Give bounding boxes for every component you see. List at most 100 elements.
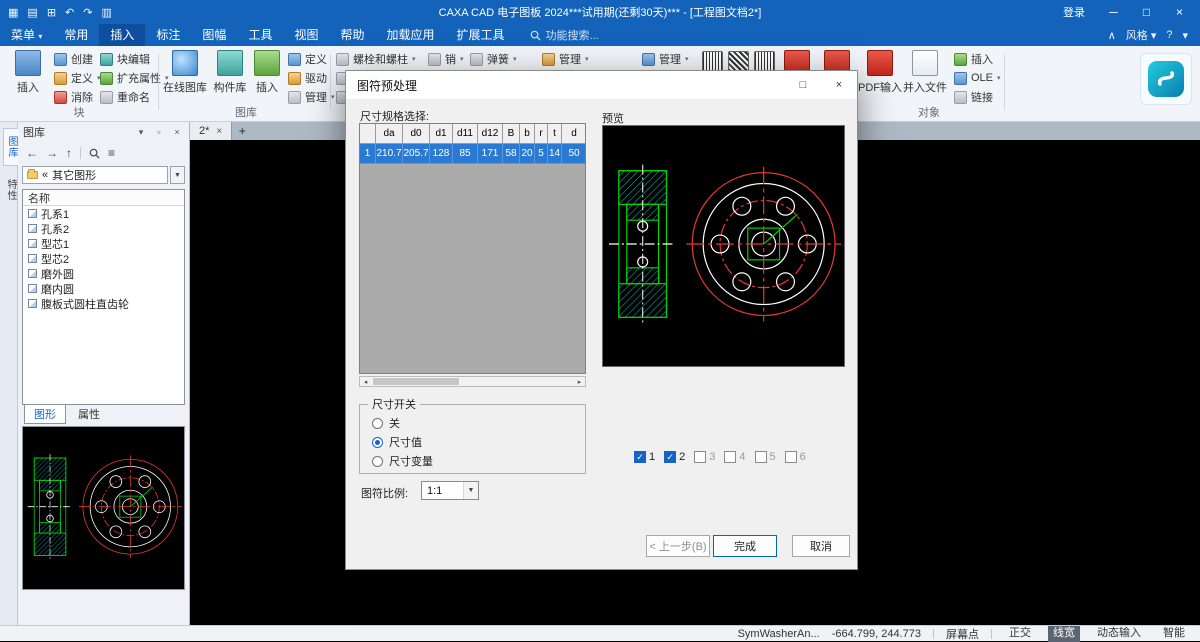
document-tab[interactable]: 2* × xyxy=(190,122,232,140)
tab-menu[interactable]: 菜单 ▾ xyxy=(0,24,53,46)
new-file-icon[interactable]: ▤ xyxy=(27,6,37,19)
checkbox-2[interactable]: ✓2 xyxy=(664,451,685,463)
collapse-ribbon-icon[interactable]: ∧ xyxy=(1108,29,1116,42)
list-item[interactable]: 磨外圆 xyxy=(23,266,184,281)
minimize-button[interactable]: ─ xyxy=(1099,0,1128,24)
close-tab-icon[interactable]: × xyxy=(216,126,222,137)
manage-button-2[interactable]: 管理▾ xyxy=(640,50,691,68)
list-item[interactable]: 腹板式圆柱直齿轮 xyxy=(23,296,184,311)
column-header[interactable]: d0 xyxy=(403,124,430,144)
dialog-close-icon[interactable]: × xyxy=(821,71,857,99)
tab-insert[interactable]: 插入 xyxy=(99,24,145,46)
maximize-button[interactable]: □ xyxy=(1132,0,1161,24)
checkbox-4[interactable]: 4 xyxy=(724,451,745,463)
column-header[interactable]: da xyxy=(376,124,403,144)
smart-snap-toggle[interactable]: 智能 xyxy=(1158,626,1190,642)
app-icon[interactable]: ▦ xyxy=(8,6,18,19)
manage-button-1[interactable]: 管理▾ xyxy=(540,50,591,68)
point-mode-indicator[interactable]: 屏幕点 xyxy=(946,626,979,642)
table-row-selected[interactable]: 1 210.7 205.7 128 85 171 58 20 5 14 50 xyxy=(360,144,585,164)
column-header[interactable]: B xyxy=(503,124,520,144)
undo-icon[interactable]: ↶ xyxy=(65,6,74,19)
scroll-left-icon[interactable]: ◂ xyxy=(360,378,371,386)
close-icon[interactable]: × xyxy=(170,127,184,137)
path-dropdown-button[interactable]: ▼ xyxy=(170,166,185,184)
pin-icon[interactable]: ▫ xyxy=(152,127,166,137)
login-button[interactable]: 登录 xyxy=(1053,4,1095,20)
create-block-button[interactable]: 创建 xyxy=(52,50,103,68)
column-header[interactable]: t xyxy=(548,124,562,144)
define-block-button[interactable]: 定义▾ xyxy=(52,69,103,87)
block-edit-button[interactable]: 块编辑 xyxy=(98,50,171,68)
scroll-right-icon[interactable]: ▸ xyxy=(574,378,585,386)
dialog-titlebar[interactable]: 图符预处理 □ × xyxy=(346,71,857,99)
drive-symbol-button[interactable]: 驱动 xyxy=(286,69,337,87)
tab-view[interactable]: 视图 xyxy=(283,24,329,46)
cancel-button[interactable]: 取消 xyxy=(792,535,850,557)
pins-button[interactable]: 销▾ xyxy=(426,50,466,68)
table-horizontal-scrollbar[interactable]: ◂ ▸ xyxy=(359,376,586,387)
radio-dim-off[interactable]: 关 xyxy=(360,412,585,431)
scrollbar-thumb[interactable] xyxy=(373,378,459,385)
search-icon[interactable] xyxy=(89,148,100,159)
define-symbol-button[interactable]: 定义 xyxy=(286,50,337,68)
component-library-button[interactable]: 构件库 xyxy=(210,50,250,95)
style-button[interactable]: 风格 ▾ xyxy=(1126,27,1157,43)
column-header[interactable]: d11 xyxy=(453,124,478,144)
back-icon[interactable]: ← xyxy=(26,146,38,160)
view-mode-icon[interactable]: ≡ xyxy=(108,146,115,160)
radio-dim-variable[interactable]: 尺寸变量 xyxy=(360,450,585,469)
online-library-button[interactable]: 在线图库 xyxy=(162,50,208,95)
column-header[interactable]: b xyxy=(520,124,535,144)
close-button[interactable]: × xyxy=(1165,0,1194,24)
list-item[interactable]: 型芯2 xyxy=(23,251,184,266)
column-header[interactable]: r xyxy=(535,124,548,144)
list-item[interactable]: 孔系2 xyxy=(23,221,184,236)
scrollbar-track[interactable] xyxy=(371,377,574,386)
matrix-code-icon[interactable] xyxy=(754,51,775,72)
checkbox-3[interactable]: 3 xyxy=(694,451,715,463)
radio-dim-value[interactable]: 尺寸值 xyxy=(360,431,585,450)
up-icon[interactable]: ↑ xyxy=(66,146,72,160)
tab-annotate[interactable]: 标注 xyxy=(145,24,191,46)
ortho-toggle[interactable]: 正交 xyxy=(1004,626,1036,642)
print-icon[interactable]: ▥ xyxy=(101,6,111,19)
qr-code-icon[interactable] xyxy=(728,51,749,72)
new-tab-button[interactable]: + xyxy=(232,122,252,140)
save-icon[interactable]: ⊞ xyxy=(47,6,56,19)
dynamic-input-toggle[interactable]: 动态输入 xyxy=(1092,626,1146,642)
chevron-down-icon[interactable]: ▾ xyxy=(1182,29,1188,42)
tab-load-apps[interactable]: 加载应用 xyxy=(375,24,445,46)
tab-common[interactable]: 常用 xyxy=(53,24,99,46)
checkbox-5[interactable]: 5 xyxy=(755,451,776,463)
dimension-spec-table[interactable]: da d0 d1 d11 d12 B b r t d 1 210.7 205.7… xyxy=(359,123,586,374)
merge-file-button[interactable]: 并入文件 xyxy=(904,50,946,95)
insert-symbol-button[interactable]: 插入 xyxy=(252,50,282,95)
checkbox-1[interactable]: ✓1 xyxy=(634,451,655,463)
list-item[interactable]: 孔系1 xyxy=(23,206,184,221)
forward-icon[interactable]: → xyxy=(46,146,58,160)
linewidth-toggle[interactable]: 线宽 xyxy=(1048,626,1080,642)
panel-menu-icon[interactable]: ▾ xyxy=(134,127,148,138)
insert-object-button[interactable]: 插入 xyxy=(952,50,1003,68)
function-search-input[interactable]: 功能搜索... xyxy=(530,27,599,43)
insert-block-button[interactable]: 插入 xyxy=(8,50,48,95)
dialog-restore-icon[interactable]: □ xyxy=(785,71,821,99)
bolts-button[interactable]: 螺栓和螺柱▾ xyxy=(334,50,418,68)
sidebar-item-library[interactable]: 图库 xyxy=(3,128,19,166)
library-path-field[interactable]: « 其它图形 xyxy=(22,166,168,184)
column-header[interactable]: d1 xyxy=(430,124,453,144)
list-item[interactable]: 磨内圆 xyxy=(23,281,184,296)
column-header[interactable]: d12 xyxy=(478,124,503,144)
springs-button[interactable]: 弹簧▾ xyxy=(468,50,519,68)
extend-attribute-button[interactable]: 扩充属性▾ xyxy=(98,69,171,87)
ole-object-button[interactable]: OLE▾ xyxy=(952,69,1003,87)
help-icon[interactable]: ? xyxy=(1166,29,1172,41)
tab-tools[interactable]: 工具 xyxy=(237,24,283,46)
name-column-header[interactable]: 名称 xyxy=(23,190,184,206)
list-item[interactable]: 型芯1 xyxy=(23,236,184,251)
tab-property[interactable]: 属性 xyxy=(68,404,110,424)
pdf-input-button[interactable]: PDF输入 xyxy=(858,50,902,95)
column-header[interactable]: d xyxy=(562,124,586,144)
finish-button[interactable]: 完成 xyxy=(713,535,777,557)
